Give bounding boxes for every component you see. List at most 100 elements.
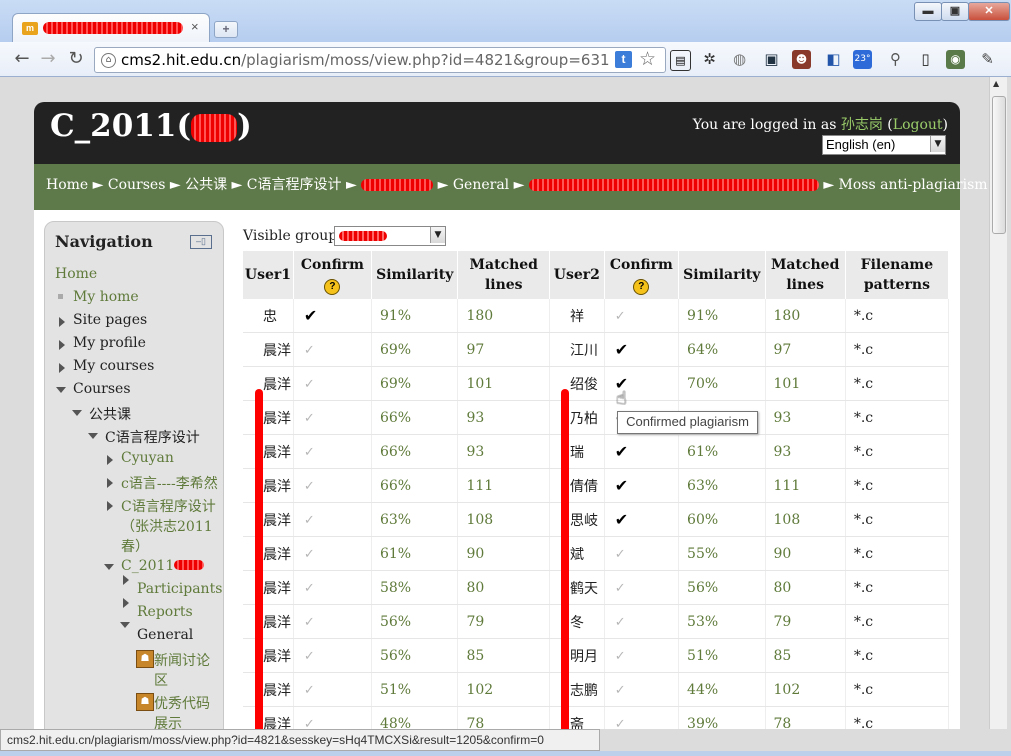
minimize-button[interactable]: ▬ (914, 2, 942, 21)
matched-lines1-cell[interactable]: 97 (466, 342, 484, 358)
nav-course-c2011[interactable]: C_2011 (121, 558, 205, 574)
chevron-down-icon[interactable]: ▼ (930, 136, 945, 152)
similarity2-cell[interactable]: 39% (687, 716, 718, 730)
matched-lines1-cell[interactable]: 90 (466, 546, 484, 562)
matched-lines2-cell[interactable]: 93 (774, 444, 792, 460)
nav-home[interactable]: Home (55, 266, 97, 282)
similarity1-cell[interactable]: 61% (380, 546, 411, 562)
breadcrumb-home[interactable]: Home (46, 177, 88, 193)
confirm2-checkbox[interactable]: ✔ (615, 510, 628, 529)
nav-news-forum[interactable]: 新闻讨论 (154, 650, 210, 670)
user2-cell[interactable]: 斋 (570, 717, 584, 730)
user1-cell[interactable]: 晨洋 (263, 615, 291, 631)
matched-lines2-cell[interactable]: 111 (774, 478, 801, 494)
expand-arrow-icon[interactable] (59, 340, 65, 350)
similarity1-cell[interactable]: 58% (380, 580, 411, 596)
site-title[interactable]: C_2011() (50, 108, 252, 144)
similarity2-cell[interactable]: 91% (687, 308, 718, 324)
nav-course-zhang[interactable]: C语言程序设计 (121, 496, 216, 516)
nav-course-zhang-line3[interactable]: 春） (121, 536, 149, 556)
user1-cell[interactable]: 晨洋 (263, 649, 291, 665)
matched-lines1-cell[interactable]: 101 (466, 376, 493, 392)
matched-lines1-cell[interactable]: 108 (466, 512, 493, 528)
similarity2-cell[interactable]: 64% (687, 342, 718, 358)
expand-arrow-icon[interactable] (123, 598, 129, 608)
matched-lines2-cell[interactable]: 78 (774, 716, 792, 730)
extension-phone-icon[interactable]: ▯ (916, 50, 935, 69)
nav-course-lixiran[interactable]: c语言----李希然 (121, 473, 218, 493)
similarity2-cell[interactable]: 60% (687, 512, 718, 528)
confirm2-checkbox[interactable]: ✓ (615, 581, 626, 596)
address-bar[interactable]: ⌂ cms2.hit.edu.cn/plagiarism/moss/view.p… (94, 47, 666, 73)
user1-cell[interactable]: 晨洋 (263, 683, 291, 699)
confirm1-checkbox[interactable]: ✓ (304, 683, 315, 698)
new-tab-button[interactable]: + (214, 21, 238, 38)
collapse-arrow-icon[interactable] (104, 564, 114, 570)
confirm1-checkbox[interactable]: ✓ (304, 581, 315, 596)
user2-cell[interactable]: 思岐 (570, 513, 598, 529)
nav-courses[interactable]: Courses (73, 381, 131, 397)
similarity2-cell[interactable]: 56% (687, 580, 718, 596)
matched-lines1-cell[interactable]: 93 (466, 410, 484, 426)
matched-lines2-cell[interactable]: 101 (774, 376, 801, 392)
user1-cell[interactable]: 晨洋 (263, 581, 291, 597)
extension-bug-icon[interactable]: ✲ (700, 50, 719, 69)
extension-window-icon[interactable]: ▤ (670, 50, 691, 71)
confirm2-checkbox[interactable]: ✓ (615, 683, 626, 698)
user1-cell[interactable]: 晨洋 (263, 445, 291, 461)
breadcrumb-general[interactable]: General (453, 177, 509, 193)
extension-evernote-icon[interactable]: ◉ (946, 50, 965, 69)
expand-arrow-icon[interactable] (123, 575, 129, 585)
similarity2-cell[interactable]: 53% (687, 614, 718, 630)
confirm1-checkbox[interactable]: ✓ (304, 343, 315, 358)
user2-cell[interactable]: 明月 (570, 649, 598, 665)
nav-my-courses[interactable]: My courses (73, 358, 154, 374)
similarity1-cell[interactable]: 51% (380, 682, 411, 698)
nav-best-code[interactable]: 优秀代码 (154, 693, 210, 713)
matched-lines2-cell[interactable]: 180 (774, 308, 801, 324)
user2-cell[interactable]: 乃柏 (570, 411, 598, 427)
similarity2-cell[interactable]: 63% (687, 478, 718, 494)
extension-search-icon[interactable]: ⚲ (886, 50, 905, 69)
matched-lines1-cell[interactable]: 85 (466, 648, 484, 664)
expand-arrow-icon[interactable] (107, 455, 113, 465)
confirm2-checkbox[interactable]: ✓ (615, 649, 626, 664)
confirm1-checkbox[interactable]: ✓ (304, 547, 315, 562)
confirm2-checkbox[interactable]: ✓ (615, 309, 626, 324)
similarity1-cell[interactable]: 63% (380, 512, 411, 528)
collapse-arrow-icon[interactable] (88, 433, 98, 439)
matched-lines2-cell[interactable]: 80 (774, 580, 792, 596)
nav-reports[interactable]: Reports (137, 604, 193, 620)
user1-cell[interactable]: 忠 (263, 309, 277, 325)
confirm1-checkbox[interactable]: ✓ (304, 615, 315, 630)
confirm2-checkbox[interactable]: ✔ (615, 340, 628, 359)
matched-lines1-cell[interactable]: 80 (466, 580, 484, 596)
user1-cell[interactable]: 晨洋 (263, 377, 291, 393)
user2-cell[interactable]: 斌 (570, 547, 584, 563)
user2-cell[interactable]: 冬 (570, 615, 584, 631)
nav-course-cyuyan[interactable]: Cyuyan (121, 450, 174, 466)
similarity1-cell[interactable]: 56% (380, 648, 411, 664)
confirm1-checkbox[interactable]: ✓ (304, 513, 315, 528)
user1-cell[interactable]: 晨洋 (263, 411, 291, 427)
user-name-link[interactable]: 孙志岗 (841, 117, 883, 133)
forward-arrow-icon[interactable]: → (38, 49, 58, 69)
matched-lines2-cell[interactable]: 108 (774, 512, 801, 528)
confirm1-checkbox[interactable]: ✓ (304, 377, 315, 392)
similarity1-cell[interactable]: 48% (380, 716, 411, 730)
nav-general[interactable]: General (137, 627, 193, 643)
page-info-icon[interactable]: ⌂ (101, 53, 116, 68)
tab-close-icon[interactable]: × (191, 19, 199, 34)
translate-icon[interactable]: t (615, 51, 632, 68)
user1-cell[interactable]: 晨洋 (263, 717, 291, 730)
expand-arrow-icon[interactable] (59, 363, 65, 373)
weather-badge-icon[interactable]: 23° (853, 50, 872, 69)
help-icon[interactable]: ? (633, 279, 650, 295)
similarity1-cell[interactable]: 66% (380, 478, 411, 494)
matched-lines1-cell[interactable]: 180 (466, 308, 493, 324)
nav-participants[interactable]: Participants (137, 581, 222, 597)
back-arrow-icon[interactable]: ← (12, 49, 32, 69)
window-close-button[interactable]: ✕ (968, 2, 1010, 21)
matched-lines1-cell[interactable]: 93 (466, 444, 484, 460)
dock-block-icon[interactable]: –▯ (190, 235, 212, 249)
